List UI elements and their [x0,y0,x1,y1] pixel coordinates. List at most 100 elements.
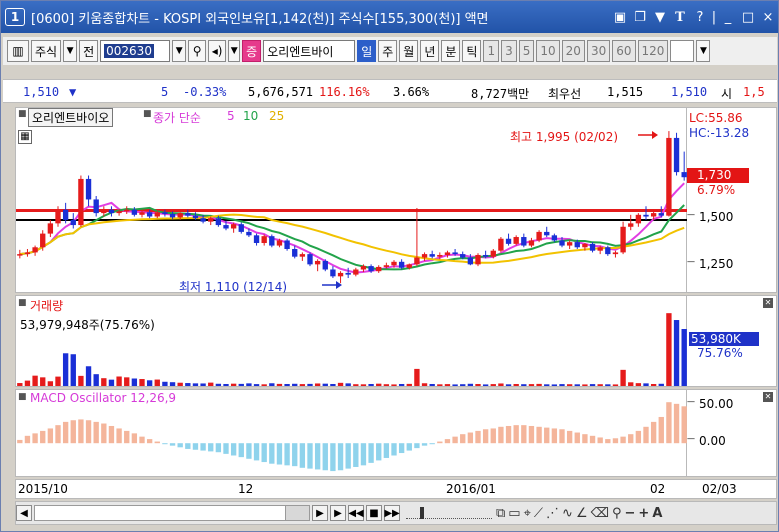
market-dropdown-icon[interactable]: ▼ [63,40,78,62]
volume-bar [246,383,252,386]
speaker-icon[interactable]: ◂) [208,40,227,62]
rewind-icon[interactable]: ◀◀ [348,505,364,521]
period-button[interactable]: 분 [441,40,461,62]
volume-bar [643,383,649,386]
pin-icon[interactable]: ▼ [650,7,670,27]
macd-chart-panel[interactable]: ■ MACD Oscillator 12,26,9 [15,389,687,477]
macd-bar [414,443,420,449]
code-dropdown-icon[interactable]: ▼ [172,40,187,62]
macd-bar [467,432,474,444]
scroll-thumb[interactable] [285,506,309,520]
macd-title[interactable]: MACD Oscillator 12,26,9 [30,391,176,405]
interval-button[interactable]: 5 [518,40,535,62]
price-chart-panel[interactable]: ■ 오리엔트바이오 ■ 종가 단순 5 10 25 ▦ 최고 1,995 (02… [15,107,688,294]
restore-pane-icon[interactable]: ❐ [630,7,650,27]
macd-bar [17,439,23,444]
candle-body [154,212,160,217]
period-button[interactable]: 일 [357,40,377,62]
crosshair-icon[interactable]: ⌖ [524,506,531,521]
ma-label[interactable]: 종가 단순 [153,109,201,126]
volume-bar [131,378,138,386]
calendar-icon[interactable]: ▦ [18,130,32,144]
interval-button[interactable]: 10 [536,40,560,62]
volume-title[interactable]: 거래량 [30,297,63,314]
fibonacci-icon[interactable]: ⋰ [546,506,559,521]
window-icon[interactable]: ▭ [508,506,520,521]
chart-type-icon[interactable]: ▥ [7,40,29,62]
stock-code-input[interactable]: 002630 [100,40,171,62]
interval-select[interactable] [670,40,695,62]
volume-bar [467,383,474,386]
close-panel-icon[interactable]: ✕ [763,392,773,402]
period-button[interactable]: 틱 [462,40,482,62]
scroll-left-icon[interactable]: ◀ [16,505,32,521]
macd-bar [192,443,199,450]
open-value: 1,5 [743,85,765,99]
interval-button[interactable]: 3 [501,40,517,62]
candle-body [62,209,69,220]
candle-body [93,199,99,214]
help-icon[interactable]: ? [690,7,710,27]
period-button[interactable]: 주 [378,40,398,62]
forward-icon[interactable]: ▶▶ [384,505,400,521]
minimize-icon[interactable]: _ [718,7,738,27]
stock-label[interactable]: 오리엔트바이오 [28,108,114,127]
scroll-right-icon[interactable]: ▶ [312,505,328,521]
volume-axis-pct: 75.76% [697,346,743,360]
stock-name-field[interactable]: 오리엔트바이 [263,40,356,62]
text-icon[interactable]: T [670,7,690,27]
maximize-icon[interactable]: □ [738,7,758,27]
trendline-icon[interactable]: ⟋ [534,506,543,521]
close-panel-icon[interactable]: ✕ [763,298,773,308]
interval-button[interactable]: 60 [612,40,636,62]
volume-axis-tag: 53,980K [689,332,759,346]
font-size-icon[interactable]: A [652,506,662,521]
title-bar[interactable]: 1 [0600] 키움종합차트 - KOSPI 외국인보유[1,142(천)] … [1,1,778,33]
zoom-in-icon[interactable]: + [638,506,649,521]
candle-body [253,235,260,244]
close-icon[interactable]: × [758,7,778,27]
zoom-slider[interactable] [406,507,492,519]
macd-bar [146,439,153,444]
volume-bar [223,383,229,386]
candle-body [230,224,237,229]
period-button[interactable]: 년 [420,40,440,62]
candle-body [246,231,252,236]
ma-10-label: 10 [243,109,259,123]
volume-bar [528,384,535,386]
macd-bar [269,443,275,464]
period-button[interactable]: 월 [399,40,419,62]
angle-icon[interactable]: ∠ [576,506,588,521]
market-select[interactable]: 주식 [31,40,62,62]
speaker-dropdown-icon[interactable]: ▼ [228,40,241,62]
interval-button[interactable]: 20 [561,40,585,62]
layout-icon[interactable]: ▣ [610,7,630,27]
interval-button[interactable]: 30 [586,40,611,62]
increase-button[interactable]: 증 [242,40,262,62]
play-icon[interactable]: ▶ [330,505,346,521]
eraser-icon[interactable]: ⌫ [591,506,609,521]
candle-body [429,254,435,257]
zoom-out-icon[interactable]: − [625,506,636,521]
chart-scrollbar[interactable]: ◀ ▶ ▶ ◀◀ ■ ▶▶ ⧉ ▭ ⌖ ⟋ ⋰ ∿ ∠ ⌫ ⚲ − + A [15,501,777,525]
macd-bar [482,429,489,444]
stop-icon[interactable]: ■ [366,505,382,521]
copy-icon[interactable]: ⧉ [496,506,505,521]
candle-body [528,240,535,246]
volume-chart-panel[interactable]: ■ 거래량 53,979,948주(75.76%) [15,295,687,387]
search-icon[interactable]: ⚲ [188,40,207,62]
candle-body [292,248,298,257]
interval-dropdown-icon[interactable]: ▼ [696,40,711,62]
macd-bar [154,441,160,444]
macd-bar [566,430,573,444]
zoom-slider-handle[interactable] [420,507,424,519]
search-icon[interactable]: ⚲ [612,506,622,521]
macd-bar [376,443,382,461]
candle-body [536,231,542,241]
prev-button[interactable]: 전 [79,40,99,62]
wave-icon[interactable]: ∿ [562,506,573,521]
interval-button[interactable]: 1 [483,40,500,62]
scroll-track[interactable] [34,505,310,521]
interval-button[interactable]: 120 [637,40,669,62]
trade-amount: 8,727백만 [471,87,530,101]
